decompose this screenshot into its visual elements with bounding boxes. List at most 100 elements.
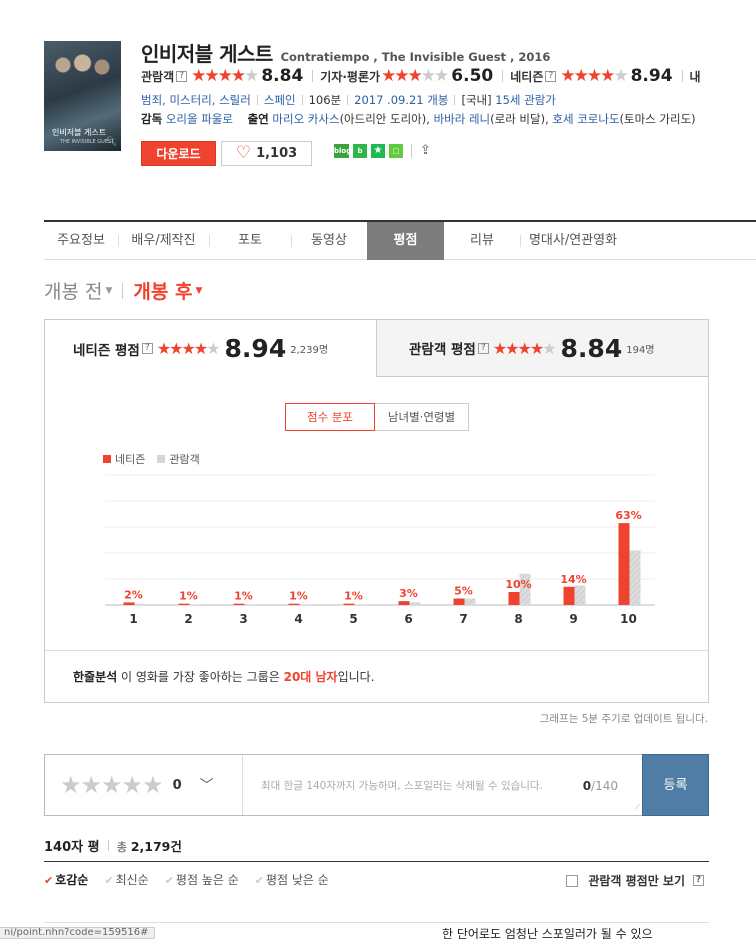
score-audience: 8.84 bbox=[261, 66, 304, 86]
bar-netizen bbox=[178, 603, 190, 605]
star-rating-picker[interactable]: ★★★★★ 0 ﹀ bbox=[45, 755, 243, 815]
x-tick-label: 10 bbox=[620, 612, 637, 626]
caret-down-icon: ▼ bbox=[105, 285, 113, 296]
bar-netizen bbox=[453, 598, 465, 605]
data-label: 3% bbox=[399, 587, 418, 600]
update-note: 그래프는 5분 주기로 업데이트 됩니다. bbox=[539, 713, 708, 725]
data-label: 1% bbox=[234, 590, 253, 603]
help-icon[interactable]: ? bbox=[176, 70, 188, 82]
director-link[interactable]: 오리올 파울로 bbox=[166, 112, 233, 126]
age-rating-link[interactable]: 15세 관람가 bbox=[495, 92, 556, 108]
empty-stars-icon[interactable]: ★★★★★ bbox=[60, 771, 164, 799]
star-rating-critic: ★★★★★ bbox=[381, 66, 449, 86]
before-release-tab[interactable]: 개봉 전 bbox=[44, 277, 102, 304]
score-distribution-chart: 2% 1 1% 2 1% 3 1% 4 1% 5 3% 6 5% 7 10% 8 14% 9 63% 10 bbox=[105, 474, 655, 626]
rating-summary: 관람객 ? ★★★★★ 8.84 기자·평론가 ★★★★★ 6.50 네티즌 ?… bbox=[141, 66, 701, 86]
caret-down-icon: ▼ bbox=[195, 285, 203, 296]
spoiler-notice: 한 단어로도 엄청난 스포일러가 될 수 있으 bbox=[442, 927, 653, 939]
sort-high-score[interactable]: ✔ 평점 높은 순 bbox=[165, 871, 239, 888]
tab-ratings[interactable]: 평점 bbox=[367, 222, 444, 260]
help-icon[interactable]: ? bbox=[545, 70, 557, 82]
after-release-tab[interactable]: 개봉 후 bbox=[133, 277, 192, 304]
bar-netizen bbox=[618, 523, 630, 605]
sort-options: ✔ 호감순 ✔ 최신순 ✔ 평점 높은 순 ✔ 평점 낮은 순 관람객 평점만 보기 ? bbox=[44, 861, 709, 897]
reviews-heading: 140자 평 bbox=[44, 840, 100, 855]
review-input-box: ★★★★★ 0 ﹀ 0/140 ⟋ bbox=[44, 754, 643, 816]
genre-link[interactable]: 범죄, 미스터리, 스릴러 bbox=[141, 92, 251, 108]
cast-role: (로라 비달), bbox=[490, 112, 549, 126]
help-icon[interactable]: ? bbox=[693, 875, 704, 886]
x-tick-label: 1 bbox=[129, 612, 137, 626]
data-label: 1% bbox=[344, 590, 363, 603]
score-panel: 네티즌 평점 ? ★★★★★ 8.94 2,239명 관람객 평점 ? ★★★★… bbox=[44, 319, 709, 703]
release-date-link[interactable]: 2017 .09.21 개봉 bbox=[354, 92, 448, 108]
tab-cast-crew[interactable]: 배우/제작진 bbox=[118, 222, 209, 260]
char-counter: 0/140 bbox=[582, 779, 618, 793]
audience-only-label: 관람객 평점만 보기 bbox=[588, 874, 685, 888]
bar-audience bbox=[244, 604, 256, 605]
cast-link[interactable]: 바바라 레니 bbox=[434, 112, 491, 126]
audience-only-filter[interactable]: 관람객 평점만 보기 ? bbox=[566, 872, 707, 889]
cast-link[interactable]: 호세 코로나도 bbox=[552, 112, 619, 126]
country-link[interactable]: 스페인 bbox=[264, 92, 296, 108]
star-rating-netizen: ★★★★★ bbox=[560, 66, 628, 86]
analysis-text-end: 입니다. bbox=[337, 670, 375, 684]
check-icon: ✔ bbox=[254, 874, 264, 887]
rating-label-netizen: 네티즌 bbox=[510, 69, 544, 84]
like-count: 1,103 bbox=[256, 146, 298, 161]
tab-quotes-related[interactable]: 명대사/연관영화 bbox=[520, 222, 626, 260]
data-label: 14% bbox=[560, 573, 586, 586]
share-icon[interactable]: ⇪ bbox=[420, 143, 431, 158]
one-line-analysis: 한줄분석 이 영화를 가장 좋아하는 그룹은 20대 남자입니다. bbox=[73, 668, 375, 685]
bar-netizen bbox=[343, 603, 355, 605]
bar-audience bbox=[299, 604, 311, 605]
x-tick-label: 9 bbox=[569, 612, 577, 626]
analysis-text: 이 영화를 가장 좋아하는 그룹은 bbox=[117, 670, 284, 684]
movie-title-en: Contratiempo , The Invisible Guest , 201… bbox=[280, 50, 551, 64]
bar-audience bbox=[409, 602, 421, 605]
sort-low-score[interactable]: ✔ 평점 낮은 순 bbox=[255, 871, 329, 888]
tab-photo[interactable]: 포토 bbox=[209, 222, 291, 260]
score-critic: 6.50 bbox=[451, 66, 494, 86]
like-button[interactable]: ♡ 1,103 bbox=[221, 141, 312, 166]
sort-latest[interactable]: ✔ 최신순 bbox=[104, 871, 148, 888]
credits-row: 감독 오리올 파울로 출연 마리오 카사스(아드리안 도리아), 바바라 레니(… bbox=[141, 111, 696, 127]
download-button[interactable]: 다운로드 bbox=[141, 141, 216, 166]
tab-reviews[interactable]: 리뷰 bbox=[444, 222, 520, 260]
runtime: 106분 bbox=[308, 93, 342, 107]
bar-audience bbox=[629, 550, 641, 605]
cast-role: (아드리안 도리아), bbox=[339, 112, 430, 126]
band-icon[interactable]: b bbox=[353, 143, 367, 158]
tab-video[interactable]: 동영상 bbox=[291, 222, 367, 260]
period-toggle: 개봉 전 ▼ 개봉 후 ▼ bbox=[44, 277, 202, 304]
magnifier-icon: 🔍︎ bbox=[105, 137, 117, 147]
square-icon[interactable]: □ bbox=[389, 143, 403, 158]
x-tick-label: 4 bbox=[294, 612, 302, 626]
star-icon[interactable]: ★ bbox=[371, 143, 385, 158]
rating-label-critic: 기자·평론가 bbox=[320, 69, 381, 84]
chevron-down-icon[interactable]: ﹀ bbox=[200, 775, 214, 795]
rating-label-audience: 관람객 bbox=[141, 69, 175, 84]
review-count-row: 140자 평 총 2,179건 bbox=[44, 836, 182, 855]
x-tick-label: 8 bbox=[514, 612, 522, 626]
check-icon: ✔ bbox=[164, 874, 174, 887]
resize-grip-icon[interactable]: ⟋ bbox=[634, 803, 640, 813]
submit-button[interactable]: 등록 bbox=[642, 754, 709, 816]
data-label: 5% bbox=[454, 585, 473, 598]
data-label: 10% bbox=[505, 578, 531, 591]
cast-link[interactable]: 마리오 카사스 bbox=[272, 112, 339, 126]
bar-audience bbox=[354, 604, 366, 605]
bar-netizen bbox=[288, 603, 300, 605]
cast-role: (토마스 가리도) bbox=[619, 112, 696, 126]
bar-audience bbox=[574, 585, 586, 605]
audience-only-checkbox[interactable] bbox=[566, 874, 579, 887]
sort-likes[interactable]: ✔ 호감순 bbox=[44, 871, 88, 888]
status-bar-url: ni/point.nhn?code=159516# bbox=[0, 927, 155, 939]
score-netizen: 8.94 bbox=[630, 66, 673, 86]
tab-main-info[interactable]: 주요정보 bbox=[44, 222, 118, 260]
movie-title-ko[interactable]: 인비저블 게스트 bbox=[141, 42, 273, 66]
data-label: 2% bbox=[124, 588, 143, 601]
blog-icon[interactable]: blog bbox=[334, 143, 351, 158]
movie-poster[interactable]: 인비저블 게스트 THE INVISIBLE GUEST 🔍︎ bbox=[44, 41, 121, 151]
check-icon: ✔ bbox=[104, 874, 114, 887]
